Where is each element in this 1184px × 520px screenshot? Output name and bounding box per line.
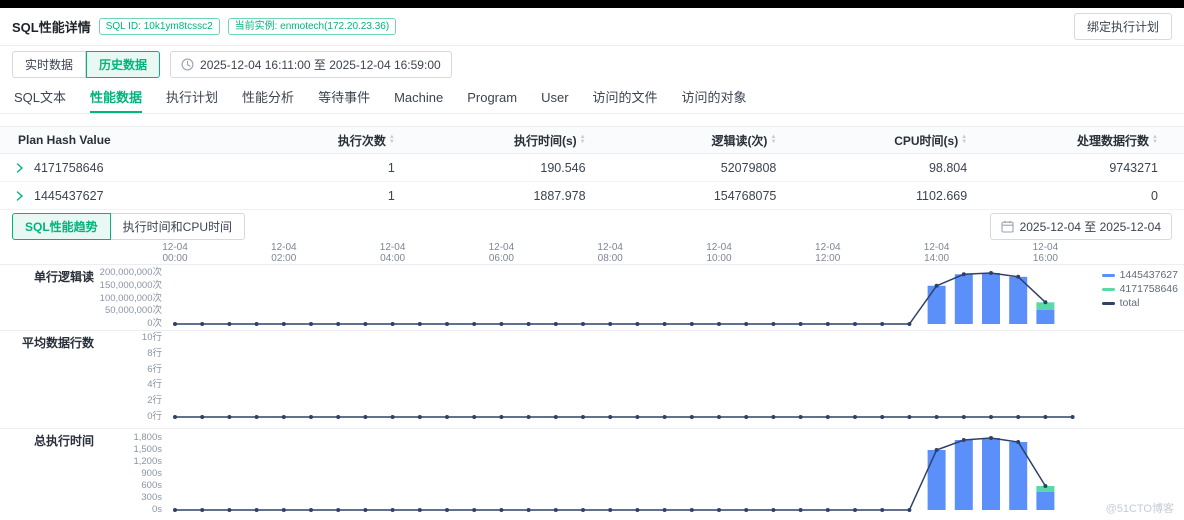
sort-icon[interactable]: ▲ ▼ (580, 134, 586, 145)
col-logical-reads[interactable]: 逻辑读(次) ▲ ▼ (612, 132, 803, 149)
data-mode-toolbar: 实时数据 历史数据 2025-12-04 16:11:00 至 2025-12-… (0, 46, 1184, 82)
col-label: 逻辑读(次) (711, 133, 768, 148)
tab-performance-analysis[interactable]: 性能分析 (242, 82, 294, 113)
cell-rows-processed: 9743271 (1109, 160, 1158, 175)
time-axis-label: 12-04 14:00 (923, 242, 950, 264)
col-exec-time[interactable]: 执行时间(s) ▲ ▼ (421, 132, 612, 149)
cell-cpu-time: 1102.669 (915, 188, 968, 203)
data-mode-toggle: 实时数据 历史数据 (12, 50, 161, 78)
chart-legend: 1445437627 4171758646 total (1101, 269, 1178, 309)
cell-exec-count: 1 (387, 160, 395, 175)
col-exec-count[interactable]: 执行次数 ▲ ▼ (230, 132, 421, 149)
legend-label: total (1119, 297, 1140, 309)
table-row[interactable]: 4171758646 1 190.546 52079808 98.804 974… (0, 154, 1184, 182)
time-range-value: 2025-12-04 16:11:00 至 2025-12-04 16:59:0… (200, 57, 441, 72)
top-black-bar (0, 0, 1184, 8)
clock-icon (181, 58, 194, 70)
bind-plan-button[interactable]: 绑定执行计划 (1073, 13, 1172, 40)
time-axis-label: 12-04 06:00 (488, 242, 515, 264)
realtime-data-button[interactable]: 实时数据 (12, 50, 87, 78)
chart-total-execution-time: 总执行时间 1,800s 1,500s 1,200s 900s 600s 300s 0s (0, 428, 1184, 519)
detail-tabs: SQL文本 性能数据 执行计划 性能分析 等待事件 Machine Progra… (0, 82, 1184, 114)
legend-marker (1101, 287, 1115, 291)
cell-exec-time: 190.546 (540, 160, 586, 175)
col-label: 处理数据行数 (1077, 133, 1150, 148)
cell-logical-reads: 52079808 (720, 160, 777, 175)
calendar-icon (1001, 220, 1014, 233)
tab-machine[interactable]: Machine (394, 82, 443, 113)
table-row[interactable]: 1445437627 1 1887.978 154768075 1102.669… (0, 182, 1184, 210)
tab-execution-plan[interactable]: 执行计划 (166, 82, 218, 113)
legend-item-total[interactable]: total (1101, 297, 1178, 309)
tab-accessed-files[interactable]: 访问的文件 (593, 82, 658, 113)
time-axis: 12-04 00:00 12-04 02:00 12-04 04:00 12-04 06:00… (0, 242, 1184, 264)
row-expand-icon[interactable] (16, 190, 24, 201)
plan-table-header: Plan Hash Value 执行次数 ▲ ▼ 执行时间(s) ▲ ▼ 逻辑读(次) ▲… (0, 126, 1184, 154)
legend-item-1445437627[interactable]: 1445437627 (1101, 269, 1178, 281)
time-axis-label: 12-04 10:00 (706, 242, 732, 264)
chart-plot (173, 436, 1055, 512)
time-axis-label: 12-04 12:00 (815, 242, 841, 264)
page-title: SQL性能详情 (12, 20, 91, 35)
history-data-button[interactable]: 历史数据 (86, 50, 161, 78)
cell-cpu-time: 98.804 (928, 160, 968, 175)
cell-logical-reads: 154768075 (713, 188, 777, 203)
watermark: @51CTO博客 (1105, 503, 1174, 515)
plan-table: Plan Hash Value 执行次数 ▲ ▼ 执行时间(s) ▲ ▼ 逻辑读(次) ▲… (0, 126, 1184, 210)
time-axis-label: 12-04 08:00 (597, 242, 623, 264)
tab-user[interactable]: User (541, 82, 568, 113)
sort-icon[interactable]: ▲ ▼ (770, 134, 776, 145)
time-axis-label: 12-04 04:00 (379, 242, 406, 264)
sort-icon[interactable]: ▲ ▼ (389, 134, 395, 145)
time-axis-label: 12-04 02:00 (271, 242, 297, 264)
col-label: 执行时间(s) (513, 133, 577, 148)
legend-label: 4171758646 (1119, 283, 1178, 295)
plan-hash-value: 1445437627 (34, 188, 104, 203)
sql-trend-button[interactable]: SQL性能趋势 (12, 212, 111, 240)
chart-plot (173, 415, 1075, 419)
chart-single-row-logical-reads: 单行逻辑读 200,000,000次 150,000,000次 100,000,00… (0, 264, 1184, 330)
date-range-value: 2025-12-04 至 2025-12-04 (1019, 219, 1161, 234)
tab-program[interactable]: Program (467, 82, 517, 113)
instance-badge: 当前实例: enmotech(172.20.23.36) (227, 18, 397, 35)
sort-icon[interactable]: ▲ ▼ (1152, 134, 1158, 145)
time-axis-label: 12-04 00:00 (162, 242, 188, 264)
cell-plan-hash: 1445437627 (0, 189, 230, 203)
legend-marker (1101, 301, 1115, 305)
sort-icon[interactable]: ▲ ▼ (961, 134, 967, 145)
time-axis-label: 12-04 16:00 (1032, 242, 1059, 264)
col-label: 执行次数 (337, 133, 386, 148)
cell-plan-hash: 4171758646 (0, 161, 230, 175)
chart-plot (173, 271, 1055, 326)
plan-hash-value: 4171758646 (34, 160, 104, 175)
legend-item-4171758646[interactable]: 4171758646 (1101, 283, 1178, 295)
cell-exec-count: 1 (387, 188, 395, 203)
chart-mode-toggle: SQL性能趋势 执行时间和CPU时间 (12, 212, 246, 240)
page-header: SQL性能详情 SQL ID: 10k1ym8tcssc2 当前实例: enmo… (0, 8, 1184, 46)
col-label: CPU时间(s) (894, 133, 959, 148)
cell-exec-time: 1887.978 (533, 188, 586, 203)
tab-sql-text[interactable]: SQL文本 (14, 82, 66, 113)
row-expand-icon[interactable] (16, 162, 24, 173)
exec-cpu-time-button[interactable]: 执行时间和CPU时间 (110, 212, 246, 240)
chart-avg-data-rows: 平均数据行数 10行 8行 6行 4行 2行 0行 (0, 330, 1184, 428)
legend-marker (1101, 273, 1115, 277)
tab-accessed-objects[interactable]: 访问的对象 (682, 82, 747, 113)
sql-id-badge: SQL ID: 10k1ym8tcssc2 (98, 18, 220, 35)
col-plan-hash-value: Plan Hash Value (18, 133, 111, 147)
legend-label: 1445437627 (1119, 269, 1178, 281)
col-rows-processed[interactable]: 处理数据行数 ▲ ▼ (993, 132, 1184, 149)
date-range-picker[interactable]: 2025-12-04 至 2025-12-04 (989, 212, 1172, 240)
tab-performance-data[interactable]: 性能数据 (90, 82, 143, 113)
col-cpu-time[interactable]: CPU时间(s) ▲ ▼ (802, 132, 993, 149)
time-range-picker[interactable]: 2025-12-04 16:11:00 至 2025-12-04 16:59:0… (170, 50, 452, 78)
cell-rows-processed: 0 (1151, 188, 1158, 203)
chart-controls: SQL性能趋势 执行时间和CPU时间 2025-12-04 至 2025-12-… (0, 210, 1184, 242)
tab-wait-events[interactable]: 等待事件 (318, 82, 370, 113)
